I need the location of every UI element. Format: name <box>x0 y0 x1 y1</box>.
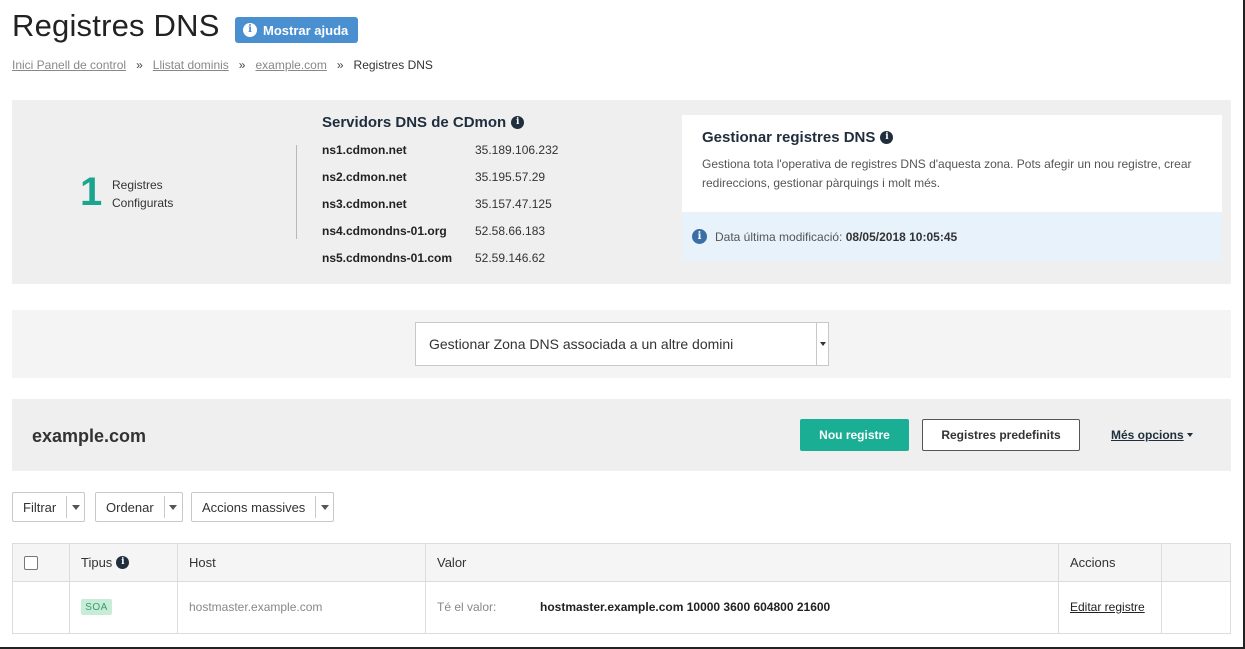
chevron-down-icon <box>163 496 182 518</box>
column-divider <box>1058 544 1059 633</box>
ns-ip: 35.195.57.29 <box>475 170 546 184</box>
chevron-down-icon <box>66 496 84 518</box>
stats-divider <box>296 145 297 239</box>
info-icon: i <box>692 229 707 244</box>
filter-label: Filtrar <box>23 499 57 515</box>
manage-records-title: Gestionar registres DNS i <box>702 129 894 146</box>
show-help-label: Mostrar ajuda <box>263 22 349 38</box>
records-label-line1: Registres <box>112 178 163 192</box>
ns-ip: 35.189.106.232 <box>475 143 559 157</box>
last-modified-info: i Data última modificació: 08/05/2018 10… <box>692 229 957 244</box>
column-header-value: Valor <box>437 555 467 570</box>
column-header-type[interactable]: Tipus i <box>81 555 130 570</box>
breadcrumb-current: Registres DNS <box>353 58 433 72</box>
column-header-host: Host <box>189 555 216 570</box>
column-divider <box>69 544 70 633</box>
records-label-line2: Configurats <box>112 196 174 210</box>
breadcrumb-home-link[interactable]: Inici Panell de control <box>12 58 126 72</box>
ns-name: ns5.cdmondns-01.com <box>322 251 453 265</box>
chevron-down-icon <box>315 496 333 518</box>
info-icon[interactable]: i <box>511 116 525 129</box>
record-value-label: Té el valor: <box>437 600 497 614</box>
info-icon[interactable]: i <box>880 131 894 144</box>
more-options-label: Més opcions <box>1111 428 1184 442</box>
sort-dropdown[interactable]: Ordenar <box>95 492 183 522</box>
record-value: hostmaster.example.com 10000 3600 604800… <box>540 600 831 614</box>
breadcrumb: Inici Panell de control » Llistat domini… <box>12 58 433 72</box>
records-count: 1 <box>80 170 103 214</box>
zone-select[interactable]: Gestionar Zona DNS associada a un altre … <box>415 322 829 366</box>
column-header-actions: Accions <box>1070 555 1116 570</box>
show-help-button[interactable]: i Mostrar ajuda <box>235 17 359 43</box>
select-all-checkbox[interactable] <box>24 556 38 570</box>
ns-name: ns4.cdmondns-01.org <box>322 224 447 238</box>
breadcrumb-domain-link[interactable]: example.com <box>255 58 326 72</box>
ns-name: ns2.cdmon.net <box>322 170 407 184</box>
last-modified-label: Data última modificació: <box>715 229 843 244</box>
last-modified-value: 08/05/2018 10:05:45 <box>845 229 958 244</box>
record-type-badge: SOA <box>81 599 112 615</box>
breadcrumb-domains-link[interactable]: Llistat dominis <box>153 58 229 72</box>
ns-name: ns1.cdmon.net <box>322 143 407 157</box>
predefined-records-button[interactable]: Registres predefinits <box>922 419 1080 451</box>
manage-records-description: Gestiona tota l'operativa de registres D… <box>702 157 1192 190</box>
sort-label: Ordenar <box>106 499 154 515</box>
dns-servers-title-text: Servidors DNS de CDmon <box>322 114 507 131</box>
breadcrumb-separator: » <box>238 58 246 72</box>
info-icon: i <box>243 23 257 37</box>
page-title: Registres DNS <box>12 8 220 43</box>
breadcrumb-separator: » <box>136 58 143 72</box>
ns-name: ns3.cdmon.net <box>322 197 407 211</box>
column-divider <box>425 544 426 633</box>
records-count-label: Registres Configurats <box>112 176 173 212</box>
caret-down-icon <box>1186 433 1193 437</box>
breadcrumb-separator: » <box>336 58 344 72</box>
filter-dropdown[interactable]: Filtrar <box>12 492 86 522</box>
column-divider <box>1161 544 1162 633</box>
column-divider <box>177 544 178 633</box>
dns-servers-title: Servidors DNS de CDmon i <box>322 114 525 131</box>
manage-records-title-text: Gestionar registres DNS <box>702 129 876 146</box>
zone-select-value: Gestionar Zona DNS associada a un altre … <box>429 336 734 352</box>
ns-ip: 52.58.66.183 <box>475 224 546 238</box>
more-options-link[interactable]: Més opcions <box>1111 428 1193 442</box>
bulk-actions-dropdown[interactable]: Accions massives <box>191 492 335 522</box>
domain-name: example.com <box>32 426 147 446</box>
chevron-down-icon <box>816 323 828 365</box>
ns-ip: 52.59.146.62 <box>475 251 546 265</box>
bulk-actions-label: Accions massives <box>202 499 306 515</box>
edit-record-link[interactable]: Editar registre <box>1070 600 1145 614</box>
column-header-type-label: Tipus <box>81 555 113 570</box>
new-record-button[interactable]: Nou registre <box>800 419 909 451</box>
info-icon[interactable]: i <box>116 556 130 569</box>
record-host: hostmaster.example.com <box>189 600 323 614</box>
ns-ip: 35.157.47.125 <box>475 197 552 211</box>
